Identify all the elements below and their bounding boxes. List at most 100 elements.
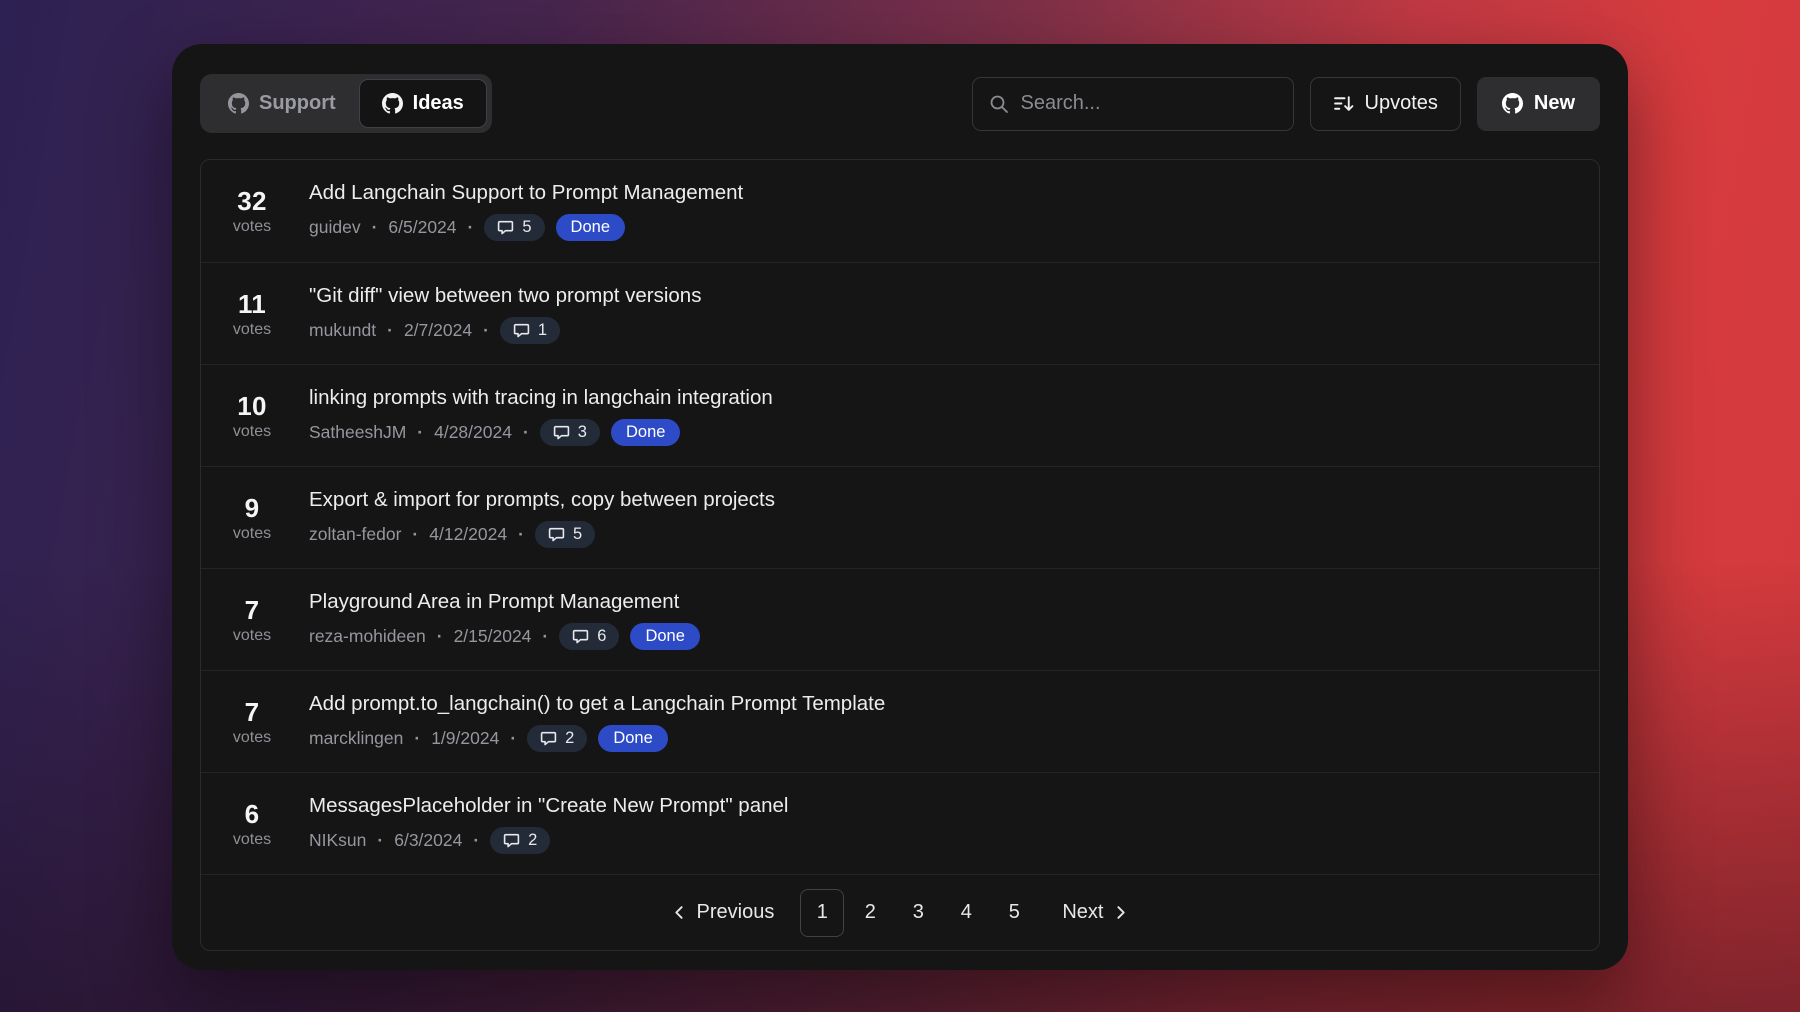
idea-title[interactable]: Add prompt.to_langchain() to get a Langc… (309, 692, 1579, 716)
idea-content: Add Langchain Support to Prompt Manageme… (309, 181, 1579, 241)
idea-content: Add prompt.to_langchain() to get a Langc… (309, 692, 1579, 752)
done-badge-label: Done (626, 423, 665, 442)
idea-meta: SatheeshJM 4/28/2024 3 Done (309, 419, 1579, 446)
idea-title[interactable]: Export & import for prompts, copy betwee… (309, 488, 1579, 512)
vote-count: 7 (221, 595, 283, 626)
chevron-left-icon (671, 904, 688, 921)
github-icon (1502, 93, 1523, 114)
tab-ideas-label: Ideas (413, 92, 464, 115)
done-badge-label: Done (613, 729, 652, 748)
new-idea-label: New (1534, 92, 1575, 115)
previous-page-label: Previous (697, 901, 775, 924)
vote-count-block: 7 votes (221, 697, 283, 747)
page-button[interactable]: 4 (944, 889, 988, 937)
comment-count: 3 (578, 423, 587, 442)
vote-count: 10 (221, 391, 283, 422)
next-page-label: Next (1062, 901, 1103, 924)
next-page-button[interactable]: Next (1052, 893, 1139, 932)
pagination: Previous 1 2 3 4 5 Next (201, 874, 1599, 950)
vote-count: 32 (221, 186, 283, 217)
idea-title[interactable]: Playground Area in Prompt Management (309, 590, 1579, 614)
separator-dot (473, 830, 479, 851)
vote-count-block: 10 votes (221, 391, 283, 441)
sort-descending-icon (1333, 93, 1354, 114)
comment-icon (513, 322, 530, 339)
page-button[interactable]: 2 (848, 889, 892, 937)
vote-count-block: 9 votes (221, 493, 283, 543)
idea-row[interactable]: 7 votes Playground Area in Prompt Manage… (201, 568, 1599, 670)
idea-author: mukundt (309, 320, 376, 341)
votes-label: votes (221, 423, 283, 441)
idea-date: 1/9/2024 (431, 728, 499, 749)
idea-title[interactable]: linking prompts with tracing in langchai… (309, 386, 1579, 410)
comment-count: 2 (528, 831, 537, 850)
tab-group: Support Ideas (200, 74, 492, 133)
idea-date: 2/7/2024 (404, 320, 472, 341)
comment-count-badge: 3 (540, 419, 600, 446)
search-box[interactable] (972, 77, 1294, 131)
idea-date: 6/5/2024 (388, 217, 456, 238)
idea-meta: reza-mohideen 2/15/2024 6 Done (309, 623, 1579, 650)
idea-meta: marcklingen 1/9/2024 2 Done (309, 725, 1579, 752)
comment-count: 2 (565, 729, 574, 748)
sort-upvotes-label: Upvotes (1365, 92, 1438, 115)
comment-icon (548, 526, 565, 543)
tab-ideas[interactable]: Ideas (359, 79, 487, 128)
idea-row[interactable]: 32 votes Add Langchain Support to Prompt… (201, 160, 1599, 262)
search-input[interactable] (1021, 92, 1286, 115)
comment-count: 5 (573, 525, 582, 544)
votes-label: votes (221, 627, 283, 645)
done-badge: Done (630, 623, 699, 650)
idea-content: Export & import for prompts, copy betwee… (309, 488, 1579, 548)
done-badge: Done (598, 725, 667, 752)
idea-row[interactable]: 7 votes Add prompt.to_langchain() to get… (201, 670, 1599, 772)
comment-count-badge: 2 (490, 827, 550, 854)
idea-row[interactable]: 11 votes "Git diff" view between two pro… (201, 262, 1599, 364)
votes-label: votes (221, 831, 283, 849)
vote-count-block: 11 votes (221, 289, 283, 339)
sort-upvotes-button[interactable]: Upvotes (1310, 77, 1461, 131)
idea-meta: NIKsun 6/3/2024 2 (309, 827, 1579, 854)
comment-icon (503, 832, 520, 849)
idea-content: Playground Area in Prompt Management rez… (309, 590, 1579, 650)
idea-author: reza-mohideen (309, 626, 426, 647)
separator-dot (377, 830, 383, 851)
tab-support[interactable]: Support (205, 79, 359, 128)
page-button[interactable]: 5 (992, 889, 1036, 937)
comment-icon (572, 628, 589, 645)
idea-content: "Git diff" view between two prompt versi… (309, 284, 1579, 344)
search-icon (989, 94, 1009, 114)
page-list: 1 2 3 4 5 (800, 889, 1036, 937)
vote-count: 6 (221, 799, 283, 830)
comment-count: 1 (538, 321, 547, 340)
separator-dot (468, 217, 474, 238)
separator-dot (417, 422, 423, 443)
comment-count-badge: 2 (527, 725, 587, 752)
idea-content: linking prompts with tracing in langchai… (309, 386, 1579, 446)
idea-meta: zoltan-fedor 4/12/2024 5 (309, 521, 1579, 548)
separator-dot (372, 217, 378, 238)
votes-label: votes (221, 729, 283, 747)
idea-title[interactable]: "Git diff" view between two prompt versi… (309, 284, 1579, 308)
page-button[interactable]: 3 (896, 889, 940, 937)
vote-count-block: 6 votes (221, 799, 283, 849)
comment-count: 5 (522, 218, 531, 237)
idea-title[interactable]: Add Langchain Support to Prompt Manageme… (309, 181, 1579, 205)
vote-count-block: 32 votes (221, 186, 283, 236)
votes-label: votes (221, 525, 283, 543)
vote-count: 9 (221, 493, 283, 524)
idea-row[interactable]: 6 votes MessagesPlaceholder in "Create N… (201, 772, 1599, 874)
idea-row[interactable]: 10 votes linking prompts with tracing in… (201, 364, 1599, 466)
separator-dot (414, 728, 420, 749)
idea-title[interactable]: MessagesPlaceholder in "Create New Promp… (309, 794, 1579, 818)
separator-dot (412, 524, 418, 545)
idea-row[interactable]: 9 votes Export & import for prompts, cop… (201, 466, 1599, 568)
previous-page-button[interactable]: Previous (661, 893, 785, 932)
idea-content: MessagesPlaceholder in "Create New Promp… (309, 794, 1579, 854)
page-button[interactable]: 1 (800, 889, 844, 937)
tab-support-label: Support (259, 92, 336, 115)
new-idea-button[interactable]: New (1477, 77, 1600, 131)
feedback-board-panel: Support Ideas Upvotes (172, 44, 1628, 970)
separator-dot (518, 524, 524, 545)
header: Support Ideas Upvotes (172, 44, 1628, 133)
